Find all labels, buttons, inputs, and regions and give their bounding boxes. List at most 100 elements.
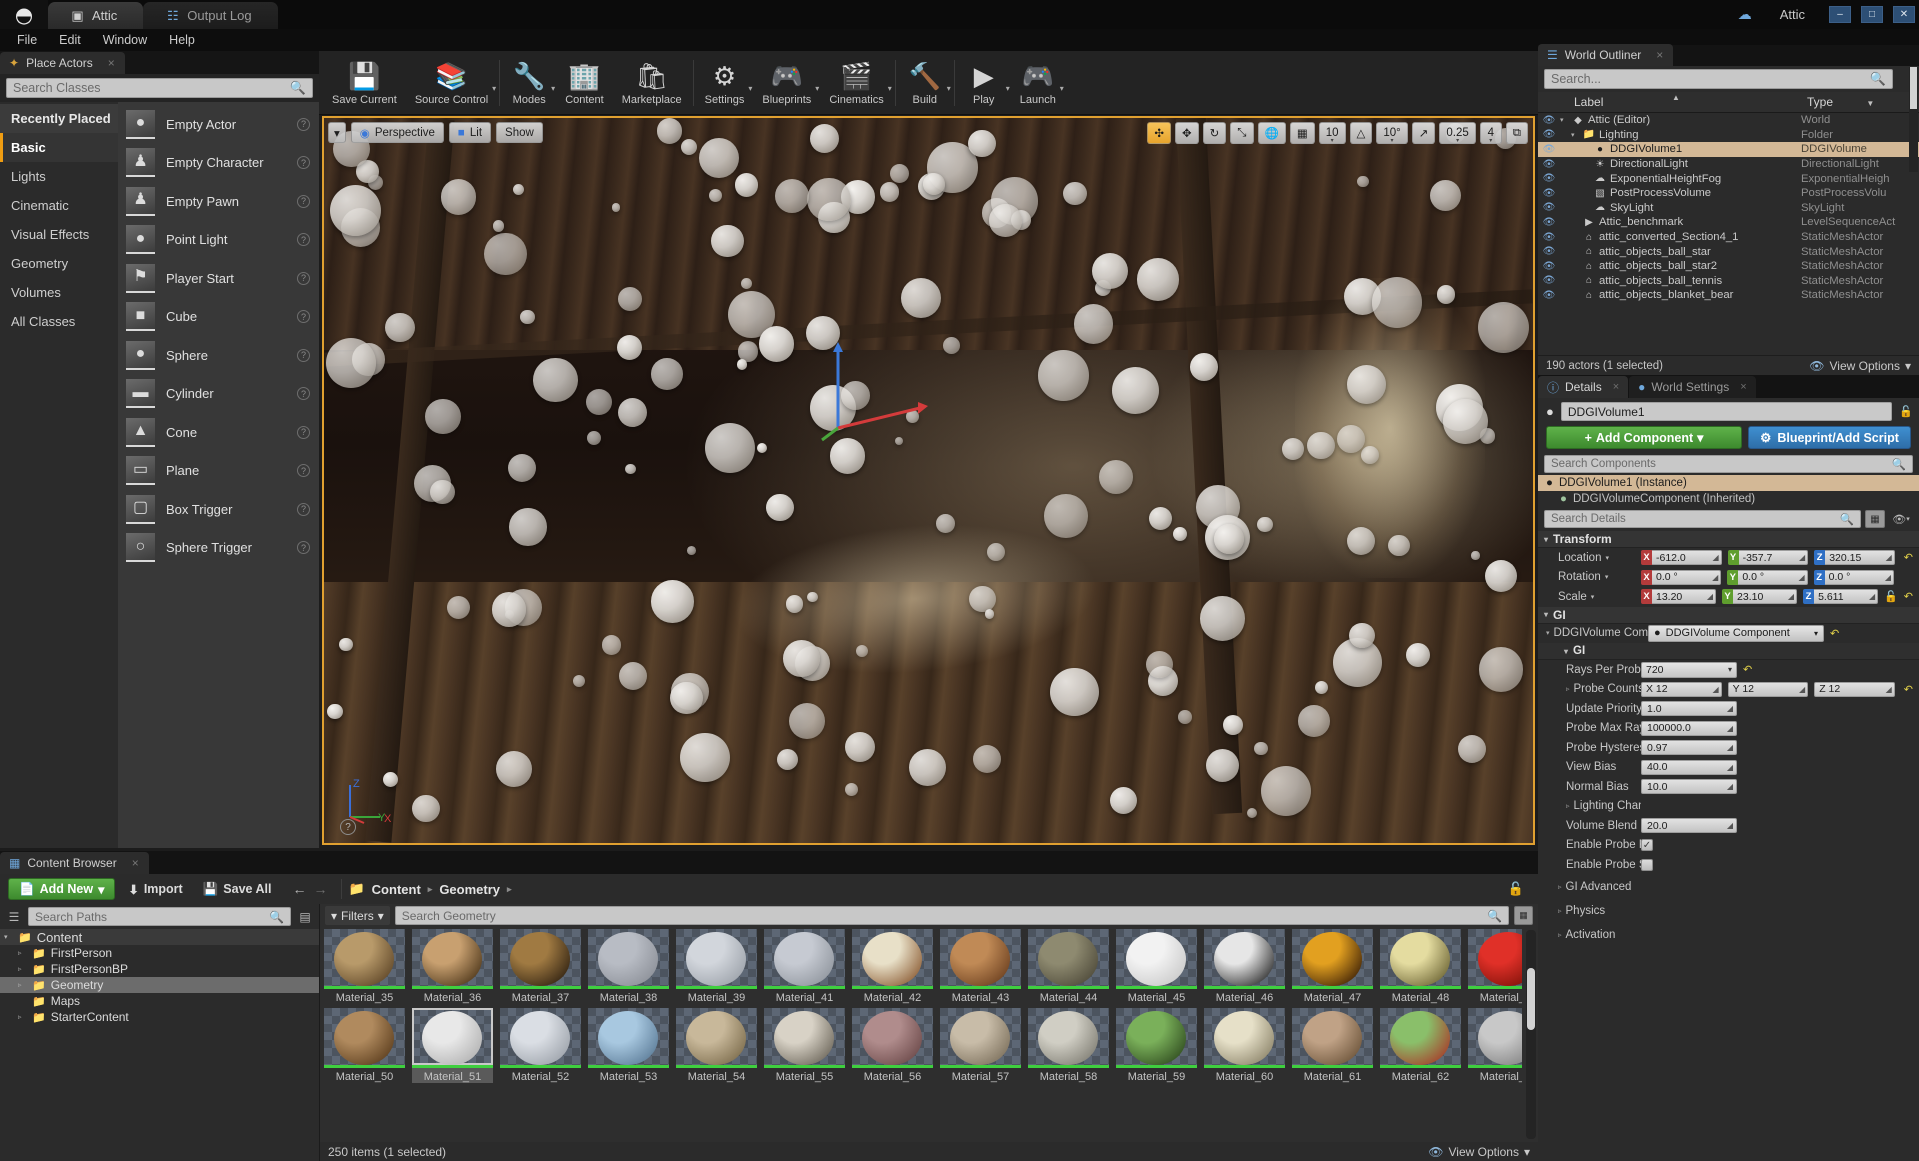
help-icon[interactable]: ? bbox=[297, 541, 310, 554]
asset-item[interactable]: Material_53 bbox=[588, 1008, 669, 1083]
place-actor-item[interactable]: ▬ Cylinder ? bbox=[118, 375, 319, 414]
chevron-down-icon[interactable]: ▾ bbox=[947, 84, 951, 93]
toolbar-settings-button[interactable]: ⚙ Settings ▾ bbox=[696, 52, 754, 114]
toolbar-save-button[interactable]: 💾 Save Current bbox=[323, 52, 406, 114]
transform-gizmo[interactable] bbox=[820, 336, 940, 456]
viewport-scale-snap[interactable]: ↗ bbox=[1412, 122, 1436, 144]
viewport-scale-snap-value[interactable]: 0.25▾ bbox=[1439, 122, 1475, 144]
menu-help[interactable]: Help bbox=[158, 31, 206, 49]
category-volumes[interactable]: Volumes bbox=[0, 278, 118, 307]
chevron-down-icon[interactable]: ▾ bbox=[1060, 84, 1064, 93]
chevron-down-icon[interactable]: ▾ bbox=[492, 84, 496, 93]
outliner-scrollbar[interactable] bbox=[1909, 67, 1918, 172]
visibility-eye-icon[interactable]: 👁 bbox=[1538, 188, 1560, 199]
visibility-eye-icon[interactable]: 👁 bbox=[1538, 217, 1560, 228]
toolbar-blueprints-button[interactable]: 🎮 Blueprints ▾ bbox=[753, 52, 820, 114]
asset-item[interactable]: Material_63 bbox=[1468, 1008, 1522, 1083]
help-icon[interactable]: ? bbox=[297, 426, 310, 439]
vector-z[interactable]: Z0.0 °◢ bbox=[1814, 570, 1897, 585]
place-actor-item[interactable]: ■ Cube ? bbox=[118, 298, 319, 337]
asset-item[interactable]: Material_50 bbox=[324, 1008, 405, 1083]
toolbar-source-control-button[interactable]: 📚 Source Control ▾ bbox=[406, 52, 497, 114]
import-button[interactable]: ⬇ Import bbox=[121, 878, 189, 900]
checkbox[interactable]: ✓ bbox=[1641, 839, 1653, 851]
asset-item[interactable]: Material_41 bbox=[764, 929, 845, 1004]
viewport-grid-snap[interactable]: ▦ bbox=[1290, 122, 1315, 144]
asset-item[interactable]: Material_36 bbox=[412, 929, 493, 1004]
chevron-down-icon[interactable]: ▾ bbox=[1605, 573, 1609, 581]
toolbar-play-button[interactable]: ▶ Play ▾ bbox=[957, 52, 1011, 114]
content-tree-item[interactable]: 📁 Maps bbox=[0, 993, 319, 1009]
close-button[interactable]: ✕ bbox=[1893, 6, 1915, 23]
blueprint-add-script-button[interactable]: ⚙ Blueprint/Add Script bbox=[1748, 426, 1911, 449]
asset-item[interactable]: Material_60 bbox=[1204, 1008, 1285, 1083]
category-basic[interactable]: Basic bbox=[0, 133, 118, 162]
minimize-button[interactable]: – bbox=[1829, 6, 1851, 23]
place-actor-item[interactable]: ⚑ Player Start ? bbox=[118, 259, 319, 298]
number-input[interactable]: 0.97◢ bbox=[1641, 740, 1737, 755]
outliner-row[interactable]: 👁 ● DDGIVolume1 DDGIVolume bbox=[1538, 142, 1919, 157]
asset-item[interactable]: Material_42 bbox=[852, 929, 933, 1004]
search-components-input[interactable]: Search Components 🔍 bbox=[1544, 455, 1913, 473]
probe-x[interactable]: X 12◢ bbox=[1641, 682, 1725, 697]
close-icon[interactable]: × bbox=[1613, 381, 1619, 393]
visibility-eye-icon[interactable]: 👁 bbox=[1538, 144, 1560, 155]
category-cinematic[interactable]: Cinematic bbox=[0, 191, 118, 220]
category-all-classes[interactable]: All Classes bbox=[0, 307, 118, 336]
asset-item[interactable]: Material_45 bbox=[1116, 929, 1197, 1004]
visibility-eye-icon[interactable]: 👁 bbox=[1538, 115, 1560, 126]
visibility-eye-icon[interactable]: 👁 bbox=[1538, 159, 1560, 170]
visibility-eye-icon[interactable]: 👁 bbox=[1538, 129, 1560, 140]
collapsed-section[interactable]: ▹GI Advanced bbox=[1538, 875, 1919, 899]
outliner-label-column[interactable]: Label ▲ bbox=[1560, 95, 1801, 109]
ue-logo-icon[interactable]: ◓ bbox=[0, 0, 48, 29]
level-viewport[interactable]: ▾ ◉ Perspective ■ Lit Show ✣✥↻⤡🌐▦10▾△10°… bbox=[322, 116, 1535, 845]
chevron-down-icon[interactable]: ▾ bbox=[888, 84, 892, 93]
tab-content-browser[interactable]: ▦ Content Browser × bbox=[0, 852, 149, 874]
expand-arrow-icon[interactable]: ▾ bbox=[4, 933, 13, 941]
tab-attic[interactable]: ▣ Attic bbox=[48, 2, 143, 29]
viewport-maximize-viewport[interactable]: ⧉ bbox=[1506, 122, 1528, 144]
outliner-row[interactable]: 👁 ▧ PostProcessVolume PostProcessVolu bbox=[1538, 186, 1919, 201]
number-input[interactable]: 40.0◢ bbox=[1641, 760, 1737, 775]
outliner-row[interactable]: 👁 ▾ ◆ Attic (Editor) World bbox=[1538, 113, 1919, 128]
visibility-eye-icon[interactable]: 👁 bbox=[1538, 261, 1560, 272]
help-icon[interactable]: ? bbox=[297, 464, 310, 477]
asset-scroll-thumb[interactable] bbox=[1527, 968, 1535, 1031]
component-row-instance[interactable]: ● DDGIVolume1 (Instance) bbox=[1538, 475, 1919, 491]
expand-arrow-icon[interactable]: ▹ bbox=[18, 965, 27, 973]
viewport-menu-caret-icon[interactable]: ▾ bbox=[328, 122, 346, 143]
scale-lock-icon[interactable]: 🔓 bbox=[1884, 590, 1898, 603]
vector-x[interactable]: X0.0 °◢ bbox=[1641, 570, 1724, 585]
menu-file[interactable]: File bbox=[6, 31, 48, 49]
vector-z[interactable]: Z5.611◢ bbox=[1803, 589, 1881, 604]
tab-world-settings[interactable]: ● World Settings × bbox=[1629, 376, 1756, 398]
viewport-angle-snap-value[interactable]: 10°▾ bbox=[1376, 122, 1407, 144]
viewport-select-mode[interactable]: ✣ bbox=[1147, 122, 1171, 144]
reset-icon[interactable]: ↶ bbox=[1904, 683, 1913, 696]
place-actor-item[interactable]: ▢ Box Trigger ? bbox=[118, 490, 319, 529]
actor-name-input[interactable]: DDGIVolume1 bbox=[1561, 402, 1892, 421]
reset-icon[interactable]: ↶ bbox=[1904, 590, 1913, 603]
toolbar-marketplace-button[interactable]: 🛍 Marketplace bbox=[613, 52, 691, 114]
place-actor-item[interactable]: ● Sphere ? bbox=[118, 336, 319, 375]
collapse-arrow-icon[interactable]: ▾ bbox=[1546, 629, 1550, 637]
visibility-eye-icon[interactable]: 👁 bbox=[1538, 246, 1560, 257]
chevron-down-icon[interactable]: ▾ bbox=[1006, 84, 1010, 93]
help-icon[interactable]: ? bbox=[297, 387, 310, 400]
toolbar-build-button[interactable]: 🔨 Build ▾ bbox=[898, 52, 952, 114]
asset-item[interactable]: Material_51 bbox=[412, 1008, 493, 1083]
content-tree-item[interactable]: ▹ 📁 FirstPerson bbox=[0, 945, 319, 961]
outliner-row[interactable]: 👁 ▶ Attic_benchmark LevelSequenceAct bbox=[1538, 215, 1919, 230]
outliner-row[interactable]: 👁 ⌂ attic_objects_ball_star2 StaticMeshA… bbox=[1538, 259, 1919, 274]
vector-x[interactable]: X-612.0◢ bbox=[1641, 550, 1725, 565]
expand-arrow-icon[interactable]: ▹ bbox=[18, 949, 27, 957]
checkbox[interactable] bbox=[1641, 859, 1653, 871]
expand-arrow-icon[interactable]: ▹ bbox=[18, 1013, 27, 1021]
section-gi[interactable]: ▾GI bbox=[1538, 607, 1919, 624]
asset-view-options-icon[interactable]: ▦ bbox=[1514, 906, 1533, 925]
search-paths-input[interactable]: Search Paths 🔍 bbox=[28, 907, 291, 926]
section-gi-sub[interactable]: ▾GI bbox=[1538, 643, 1919, 660]
viewport-perspective-button[interactable]: ◉ Perspective bbox=[351, 122, 444, 143]
help-icon[interactable]: ? bbox=[297, 156, 310, 169]
